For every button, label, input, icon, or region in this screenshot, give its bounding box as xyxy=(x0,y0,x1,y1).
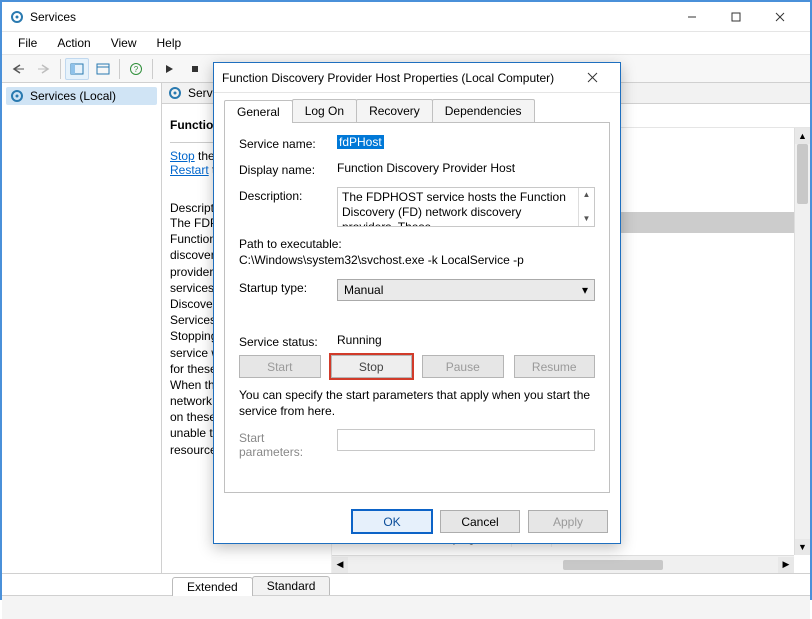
label-startup-type: Startup type: xyxy=(239,279,329,295)
start-parameters-input[interactable] xyxy=(337,429,595,451)
menu-view[interactable]: View xyxy=(103,34,145,52)
stop-service-link[interactable]: Stop xyxy=(170,149,195,163)
properties-dialog: Function Discovery Provider Host Propert… xyxy=(213,62,621,544)
tree-pane: Services (Local) xyxy=(2,83,162,573)
gear-icon xyxy=(168,86,182,100)
startup-type-dropdown[interactable]: Manual ▾ xyxy=(337,279,595,301)
value-display-name: Function Discovery Provider Host xyxy=(337,161,595,175)
label-display-name: Display name: xyxy=(239,161,329,177)
start-service-button[interactable] xyxy=(157,58,181,80)
scroll-thumb[interactable] xyxy=(797,144,808,204)
dialog-tab-content: Service name: fdPHost Display name: Func… xyxy=(224,123,610,493)
services-app-icon xyxy=(10,10,24,24)
dialog-tab-general[interactable]: General xyxy=(224,100,293,123)
scroll-up-icon[interactable]: ▲ xyxy=(795,128,810,144)
dialog-tabstrip: General Log On Recovery Dependencies xyxy=(224,99,610,123)
vertical-scrollbar[interactable]: ▲ ▼ xyxy=(794,128,810,555)
forward-button[interactable] xyxy=(32,58,56,80)
svg-text:?: ? xyxy=(134,65,139,74)
close-button[interactable] xyxy=(758,3,802,31)
tree-root-label: Services (Local) xyxy=(30,89,116,103)
window-title: Services xyxy=(30,10,670,24)
view-tabs: Extended Standard xyxy=(2,573,810,595)
show-hide-tree-button[interactable] xyxy=(65,58,89,80)
horizontal-scrollbar[interactable]: ◀ ▶ xyxy=(332,555,794,573)
start-params-hint: You can specify the start parameters tha… xyxy=(239,388,595,419)
start-button[interactable]: Start xyxy=(239,355,321,378)
dialog-tab-logon[interactable]: Log On xyxy=(292,99,357,122)
label-start-params: Start parameters: xyxy=(239,429,329,459)
pause-button[interactable]: Pause xyxy=(422,355,504,378)
scroll-down-icon[interactable]: ▼ xyxy=(795,539,810,555)
menubar: File Action View Help xyxy=(2,32,810,55)
tab-standard[interactable]: Standard xyxy=(252,576,331,595)
dialog-titlebar[interactable]: Function Discovery Provider Host Propert… xyxy=(214,63,620,93)
restart-service-link[interactable]: Restart xyxy=(170,163,209,177)
scroll-left-icon[interactable]: ◀ xyxy=(332,557,348,573)
value-description: The FDPHOST service hosts the Function D… xyxy=(342,190,566,227)
description-scrollbar[interactable]: ▲▼ xyxy=(578,188,594,226)
menu-action[interactable]: Action xyxy=(49,34,98,52)
dialog-tab-dependencies[interactable]: Dependencies xyxy=(432,99,535,122)
value-service-name[interactable]: fdPHost xyxy=(337,135,384,149)
scroll-down-icon[interactable]: ▼ xyxy=(579,212,594,226)
label-path: Path to executable: xyxy=(239,237,595,251)
tree-root-services-local[interactable]: Services (Local) xyxy=(6,87,157,105)
description-box[interactable]: The FDPHOST service hosts the Function D… xyxy=(337,187,595,227)
export-list-button[interactable] xyxy=(91,58,115,80)
stop-button[interactable]: Stop xyxy=(331,355,413,378)
scroll-right-icon[interactable]: ▶ xyxy=(778,557,794,573)
minimize-button[interactable] xyxy=(670,3,714,31)
dialog-tab-recovery[interactable]: Recovery xyxy=(356,99,433,122)
apply-button[interactable]: Apply xyxy=(528,510,608,533)
cancel-button[interactable]: Cancel xyxy=(440,510,520,533)
dialog-title: Function Discovery Provider Host Propert… xyxy=(222,71,572,85)
value-path: C:\Windows\system32\svchost.exe -k Local… xyxy=(239,253,595,267)
ok-button[interactable]: OK xyxy=(352,510,432,533)
label-service-status: Service status: xyxy=(239,333,329,349)
titlebar[interactable]: Services xyxy=(2,2,810,32)
scroll-up-icon[interactable]: ▲ xyxy=(579,188,594,202)
tab-extended[interactable]: Extended xyxy=(172,577,253,596)
label-description: Description: xyxy=(239,187,329,203)
menu-help[interactable]: Help xyxy=(149,34,190,52)
dialog-close-button[interactable] xyxy=(572,64,612,92)
help-button[interactable]: ? xyxy=(124,58,148,80)
value-service-status: Running xyxy=(337,333,595,347)
h-scroll-thumb[interactable] xyxy=(563,560,663,570)
back-button[interactable] xyxy=(6,58,30,80)
chevron-down-icon: ▾ xyxy=(582,283,588,297)
label-service-name: Service name: xyxy=(239,135,329,151)
menu-file[interactable]: File xyxy=(10,34,45,52)
maximize-button[interactable] xyxy=(714,3,758,31)
resume-button[interactable]: Resume xyxy=(514,355,596,378)
gear-icon xyxy=(10,89,24,103)
statusbar xyxy=(2,595,810,619)
startup-type-value: Manual xyxy=(344,283,383,297)
stop-service-button[interactable] xyxy=(183,58,207,80)
